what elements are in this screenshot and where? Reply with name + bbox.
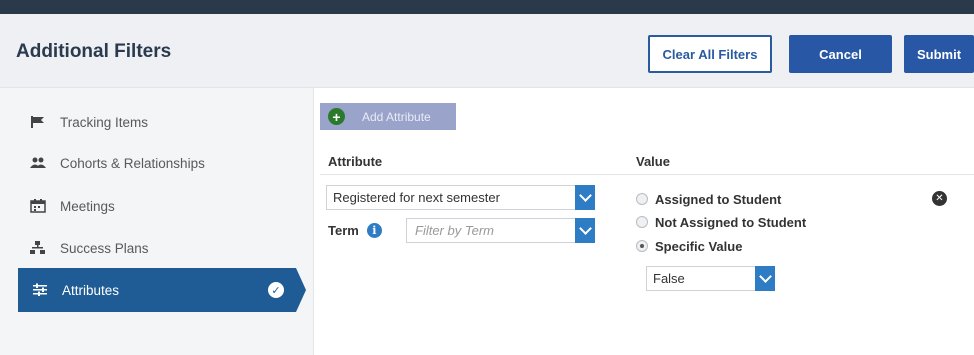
sidebar-item-meetings[interactable]: Meetings (30, 195, 115, 217)
chevron-down-icon (575, 218, 595, 243)
sidebar-item-label: Success Plans (60, 240, 149, 256)
check-icon: ✓ (268, 282, 284, 298)
specific-value-select[interactable]: False (646, 266, 775, 291)
org-chart-icon (30, 241, 46, 255)
sidebar-item-success-plans[interactable]: Success Plans (30, 237, 149, 259)
radio-label: Not Assigned to Student (655, 214, 807, 230)
value-column-header: Value (636, 154, 670, 169)
sidebar-item-label: Meetings (60, 198, 115, 214)
submit-button[interactable]: Submit (904, 35, 974, 73)
clear-all-filters-button[interactable]: Clear All Filters (648, 35, 772, 73)
radio-assigned-to-student[interactable]: Assigned to Student (636, 190, 781, 208)
add-attribute-label: Add Attribute (362, 109, 431, 124)
sidebar-item-label: Attributes (62, 282, 120, 298)
remove-attribute-icon[interactable]: ✕ (932, 191, 947, 206)
chevron-down-icon (755, 266, 775, 291)
cancel-button[interactable]: Cancel (789, 35, 892, 73)
specific-value-select-value: False (653, 271, 685, 286)
info-icon[interactable]: i (366, 223, 382, 238)
sidebar-item-cohorts[interactable]: Cohorts & Relationships (30, 152, 205, 174)
radio-button[interactable] (636, 216, 648, 228)
radio-label: Assigned to Student (655, 191, 782, 207)
term-filter-select[interactable]: Filter by Term (406, 218, 595, 243)
radio-button[interactable] (636, 193, 648, 205)
sliders-icon (32, 283, 48, 297)
page-title: Additional Filters (16, 41, 172, 62)
radio-not-assigned-to-student[interactable]: Not Assigned to Student (636, 213, 806, 231)
attribute-select[interactable]: Registered for next semester (326, 185, 595, 210)
term-label: Term (328, 223, 359, 238)
flag-icon (30, 115, 46, 129)
term-placeholder: Filter by Term (415, 223, 494, 238)
term-label-group: Term i (328, 223, 382, 238)
calendar-icon (30, 199, 46, 213)
chevron-down-icon (575, 185, 595, 210)
add-attribute-button[interactable]: + Add Attribute (320, 103, 456, 130)
sidebar-item-label: Cohorts & Relationships (60, 155, 205, 171)
radio-label: Specific Value (655, 238, 743, 254)
users-icon (30, 156, 46, 170)
radio-specific-value[interactable]: Specific Value (636, 237, 742, 255)
sidebar-item-tracking-items[interactable]: Tracking Items (30, 111, 148, 133)
sidebar-item-label: Tracking Items (60, 114, 149, 130)
top-bar (0, 0, 974, 14)
radio-button[interactable] (636, 240, 648, 252)
header-divider (320, 174, 974, 175)
attribute-select-value: Registered for next semester (333, 190, 500, 205)
plus-icon: + (328, 108, 345, 125)
filters-header: Additional Filters Clear All Filters Can… (0, 14, 974, 88)
sidebar-item-attributes[interactable]: Attributes ✓ (18, 268, 306, 312)
attribute-column-header: Attribute (328, 154, 383, 169)
